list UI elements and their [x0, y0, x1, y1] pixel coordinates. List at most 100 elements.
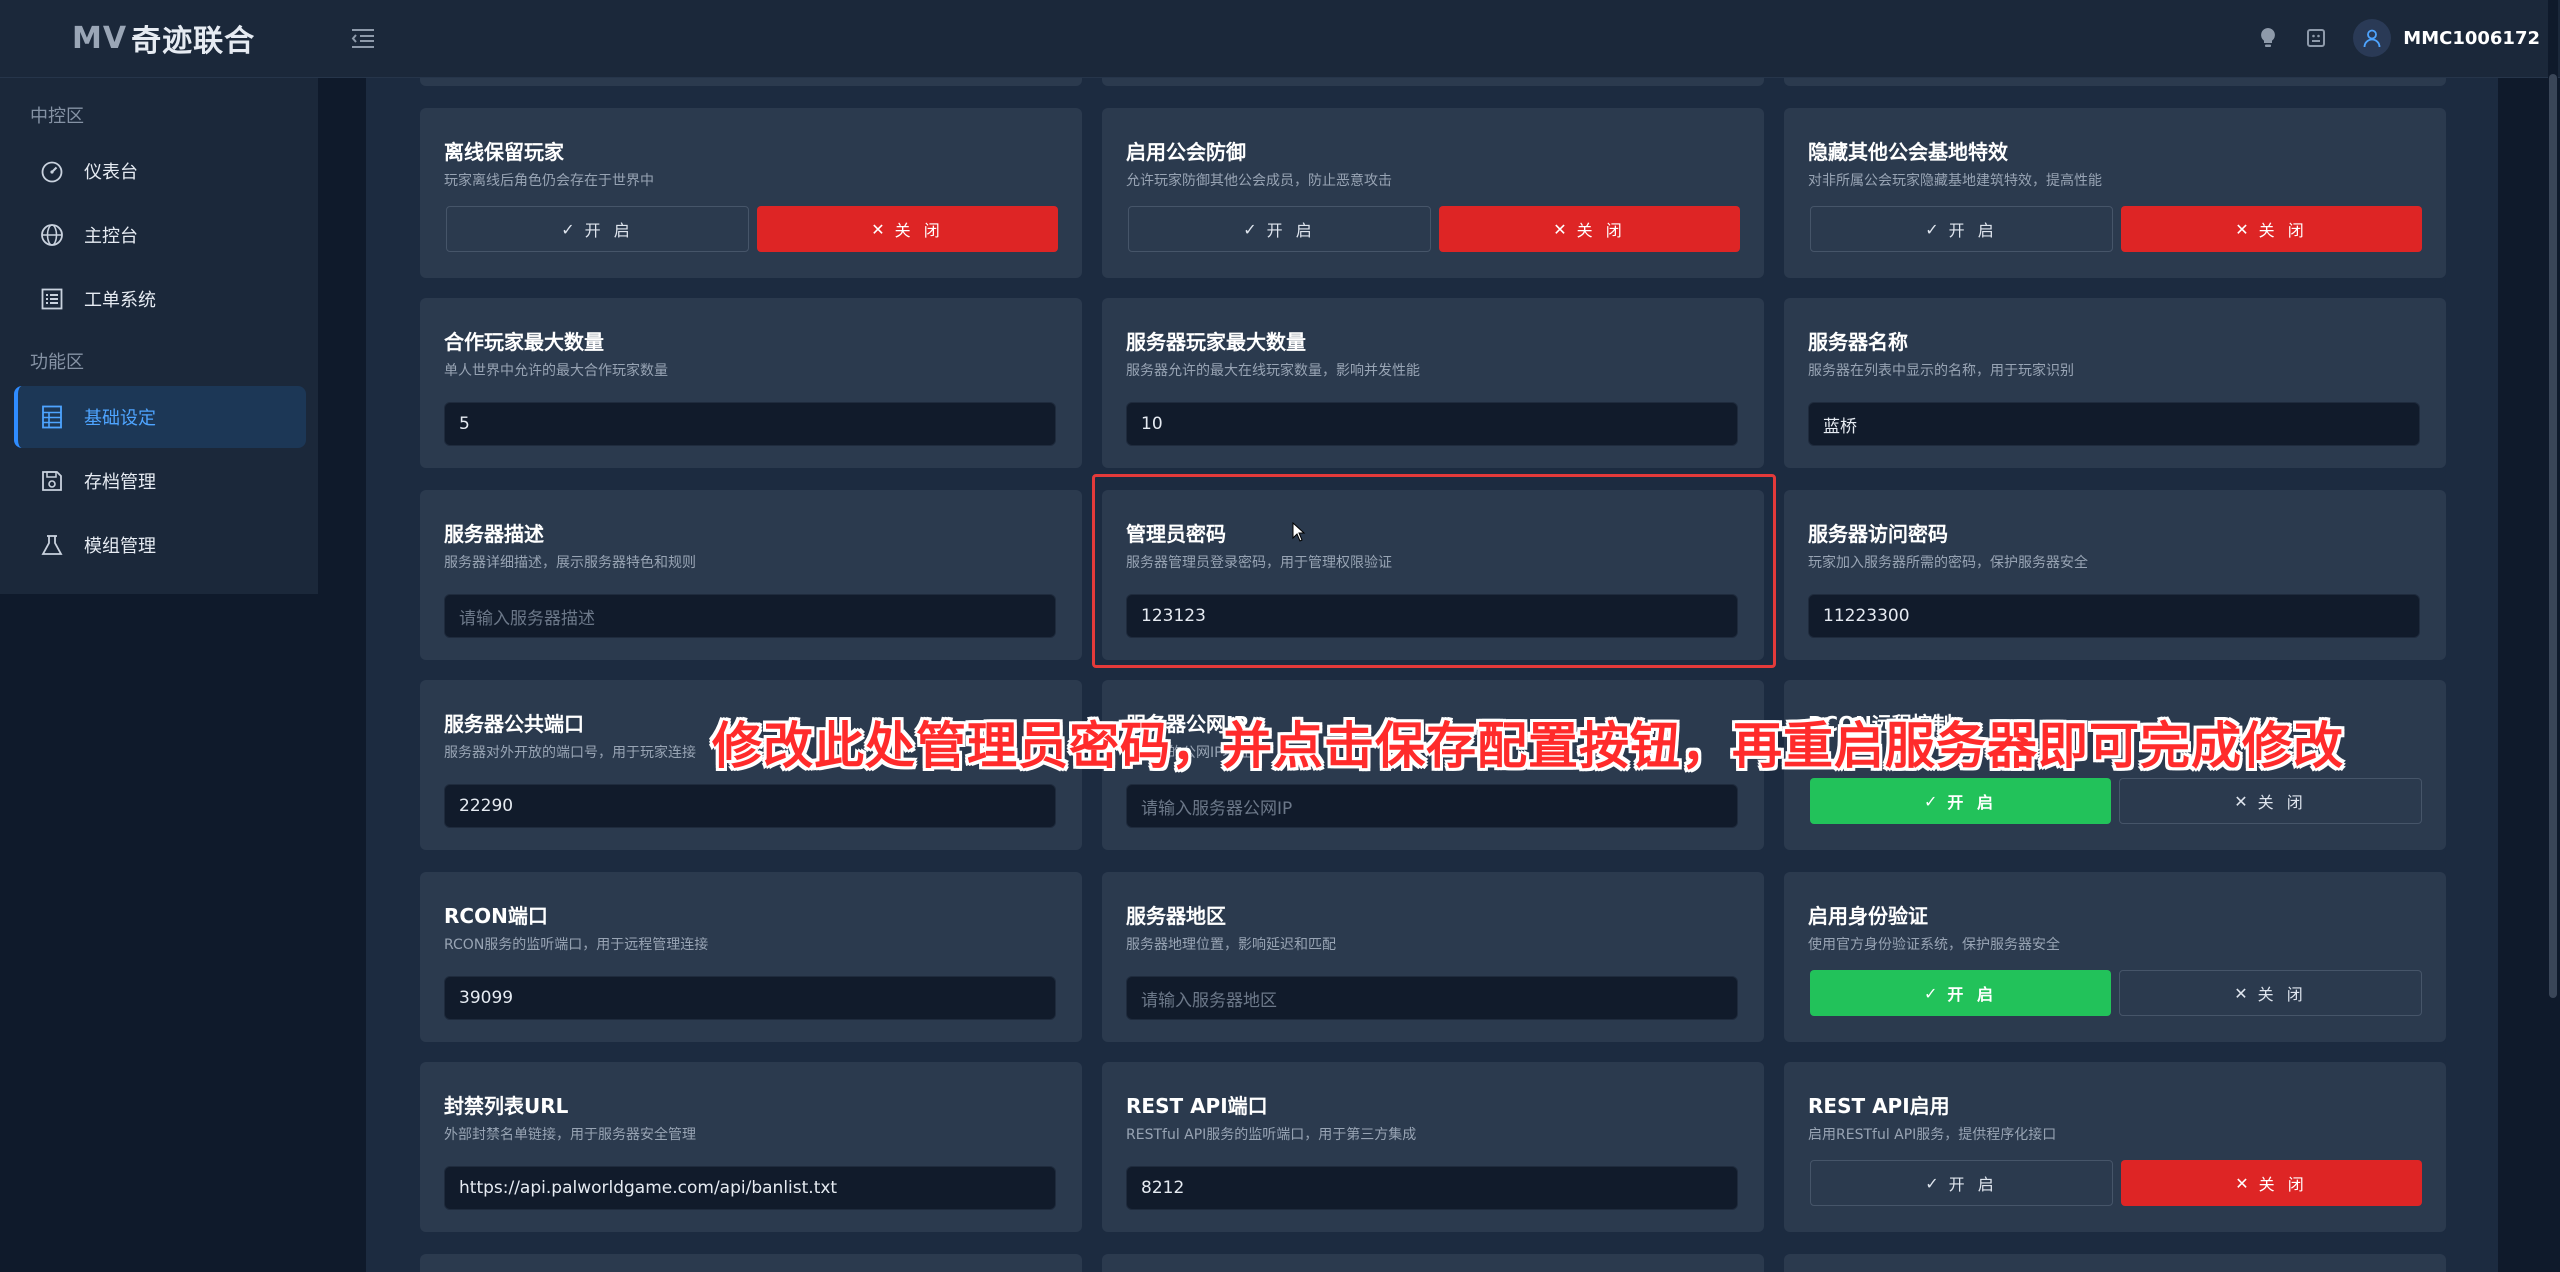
annotation-text: 修改此处管理员密码，并点击保存配置按钮，再重启服务器即可完成修改: [712, 717, 2344, 775]
setting-desc: 服务器详细描述，展示服务器特色和规则: [444, 555, 696, 571]
partial-card: [1784, 78, 2446, 86]
close-icon: ✕: [2235, 1173, 2249, 1193]
setting-card-banlist-url: 封禁列表URL 外部封禁名单链接，用于服务器安全管理 https://api.p…: [420, 1062, 1082, 1232]
username[interactable]: MMC1006172: [2403, 28, 2540, 49]
setting-card-access-password: 服务器访问密码 玩家加入服务器所需的密码，保护服务器安全 11223300: [1784, 490, 2446, 660]
check-icon: ✓: [1925, 1173, 1939, 1193]
setting-card-coop-max: 合作玩家最大数量 单人世界中允许的最大合作玩家数量 5: [420, 298, 1082, 468]
disable-button[interactable]: ✕ 关 闭: [757, 206, 1058, 252]
save-icon: [38, 467, 66, 495]
setting-desc: 允许玩家防御其他公会成员，防止恶意攻击: [1126, 173, 1392, 189]
sidebar-item-saves[interactable]: 存档管理: [14, 450, 306, 512]
enable-button[interactable]: ✓ 开 启: [1810, 778, 2111, 824]
setting-title: 启用公会防御: [1126, 140, 1246, 164]
server-desc-input[interactable]: 请输入服务器描述: [444, 594, 1056, 638]
setting-card-server-max: 服务器玩家最大数量 服务器允许的最大在线玩家数量，影响并发性能 10: [1102, 298, 1764, 468]
enable-button[interactable]: ✓ 开 启: [446, 206, 749, 252]
setting-card-region: 服务器地区 服务器地理位置，影响延迟和匹配 请输入服务器地区: [1102, 872, 1764, 1042]
setting-desc: 服务器对外开放的端口号，用于玩家连接: [444, 745, 696, 761]
setting-title: REST API启用: [1808, 1094, 1950, 1118]
brand-mark: MV: [72, 20, 128, 56]
brand-logo[interactable]: MV 奇迹联合: [72, 18, 256, 60]
setting-title: REST API端口: [1126, 1094, 1268, 1118]
public-ip-input[interactable]: 请输入服务器公网IP: [1126, 784, 1738, 828]
public-port-input[interactable]: 22290: [444, 784, 1056, 828]
top-bar: MV 奇迹联合 MMC1006172: [0, 0, 2560, 78]
disable-button[interactable]: ✕ 关 闭: [2119, 970, 2422, 1016]
partial-card: [1784, 1254, 2446, 1272]
sidebar-item-tickets[interactable]: 工单系统: [14, 268, 306, 330]
region-input[interactable]: 请输入服务器地区: [1126, 976, 1738, 1020]
rcon-port-input[interactable]: 39099: [444, 976, 1056, 1020]
sidebar-item-dashboard[interactable]: 仪表台: [14, 140, 306, 202]
enable-button[interactable]: ✓ 开 启: [1810, 206, 2113, 252]
setting-desc: 启用RESTful API服务，提供程序化接口: [1808, 1127, 2057, 1143]
setting-card-auth: 启用身份验证 使用官方身份验证系统，保护服务器安全 ✓ 开 启 ✕ 关 闭: [1784, 872, 2446, 1042]
setting-title: 服务器访问密码: [1808, 522, 1948, 546]
sidebar-item-mods[interactable]: 模组管理: [14, 514, 306, 576]
setting-title: 服务器地区: [1126, 904, 1226, 928]
disable-button[interactable]: ✕ 关 闭: [2121, 1160, 2422, 1206]
setting-desc: 单人世界中允许的最大合作玩家数量: [444, 363, 668, 379]
setting-desc: 外部封禁名单链接，用于服务器安全管理: [444, 1127, 696, 1143]
brand-name: 奇迹联合: [131, 24, 256, 59]
mouse-cursor-icon: [1292, 521, 1306, 546]
setting-desc: 服务器允许的最大在线玩家数量，影响并发性能: [1126, 363, 1420, 379]
setting-card-rcon-port: RCON端口 RCON服务的监听端口，用于远程管理连接 39099: [420, 872, 1082, 1042]
setting-desc: RESTful API服务的监听端口，用于第三方集成: [1126, 1127, 1417, 1143]
setting-card-rest-port: REST API端口 RESTful API服务的监听端口，用于第三方集成 82…: [1102, 1062, 1764, 1232]
setting-desc: 对非所属公会玩家隐藏基地建筑特效，提高性能: [1808, 173, 2102, 189]
access-password-input[interactable]: 11223300: [1808, 594, 2420, 638]
enable-button[interactable]: ✓ 开 启: [1810, 970, 2111, 1016]
disable-button[interactable]: ✕ 关 闭: [2119, 778, 2422, 824]
enable-button[interactable]: ✓ 开 启: [1810, 1160, 2113, 1206]
toggle-group: ✓ 开 启 ✕ 关 闭: [1128, 206, 1740, 252]
disable-button[interactable]: ✕ 关 闭: [1439, 206, 1740, 252]
check-icon: ✓: [1924, 791, 1938, 811]
coop-max-input[interactable]: 5: [444, 402, 1056, 446]
partial-card: [1102, 1254, 1764, 1272]
lightbulb-icon[interactable]: [2257, 27, 2279, 49]
setting-title: 隐藏其他公会基地特效: [1808, 140, 2008, 164]
menu-toggle-icon[interactable]: [350, 26, 376, 50]
fullscreen-icon[interactable]: [2305, 27, 2327, 49]
close-icon: ✕: [871, 219, 885, 239]
toggle-group: ✓ 开 启 ✕ 关 闭: [1810, 778, 2422, 824]
sidebar-item-console[interactable]: 主控台: [14, 204, 306, 266]
setting-card-guild-defense: 启用公会防御 允许玩家防御其他公会成员，防止恶意攻击 ✓ 开 启 ✕ 关 闭: [1102, 108, 1764, 278]
close-icon: ✕: [1553, 219, 1567, 239]
sidebar-item-label: 基础设定: [84, 408, 156, 429]
sidebar: 中控区 仪表台 主控台 工单系统 功能区 基础设定 存档管理 模组管理: [0, 78, 318, 594]
page-scrollbar[interactable]: [2548, 0, 2558, 1272]
setting-title: 合作玩家最大数量: [444, 330, 604, 354]
setting-title: 服务器描述: [444, 522, 544, 546]
enable-button[interactable]: ✓ 开 启: [1128, 206, 1431, 252]
server-name-input[interactable]: 蓝桥: [1808, 402, 2420, 446]
gauge-icon: [38, 157, 66, 185]
user-avatar[interactable]: [2353, 19, 2392, 57]
disable-button[interactable]: ✕ 关 闭: [2121, 206, 2422, 252]
setting-desc: 服务器地理位置，影响延迟和匹配: [1126, 937, 1336, 953]
sidebar-group-function: 功能区: [30, 352, 84, 373]
check-icon: ✓: [561, 219, 575, 239]
scrollbar-thumb[interactable]: [2549, 74, 2557, 998]
close-icon: ✕: [2234, 983, 2248, 1003]
setting-card-hide-guild-effects: 隐藏其他公会基地特效 对非所属公会玩家隐藏基地建筑特效，提高性能 ✓ 开 启 ✕ 关…: [1784, 108, 2446, 278]
banlist-url-input[interactable]: https://api.palworldgame.com/api/banlist…: [444, 1166, 1056, 1210]
setting-title: 服务器公共端口: [444, 712, 584, 736]
setting-title: 服务器玩家最大数量: [1126, 330, 1306, 354]
toggle-group: ✓ 开 启 ✕ 关 闭: [1810, 1160, 2422, 1206]
sidebar-item-label: 存档管理: [84, 472, 156, 493]
list-icon: [38, 285, 66, 313]
sidebar-item-label: 仪表台: [84, 162, 138, 183]
rest-port-input[interactable]: 8212: [1126, 1166, 1738, 1210]
toggle-group: ✓ 开 启 ✕ 关 闭: [446, 206, 1058, 252]
setting-desc: 玩家加入服务器所需的密码，保护服务器安全: [1808, 555, 2088, 571]
partial-card: [420, 1254, 1082, 1272]
setting-card-server-name: 服务器名称 服务器在列表中显示的名称，用于玩家识别 蓝桥: [1784, 298, 2446, 468]
server-max-input[interactable]: 10: [1126, 402, 1738, 446]
partial-card: [420, 78, 1082, 86]
sidebar-item-basic-settings[interactable]: 基础设定: [14, 386, 306, 448]
globe-icon: [38, 221, 66, 249]
setting-card-offline-players: 离线保留玩家 玩家离线后角色仍会存在于世界中 ✓ 开 启 ✕ 关 闭: [420, 108, 1082, 278]
